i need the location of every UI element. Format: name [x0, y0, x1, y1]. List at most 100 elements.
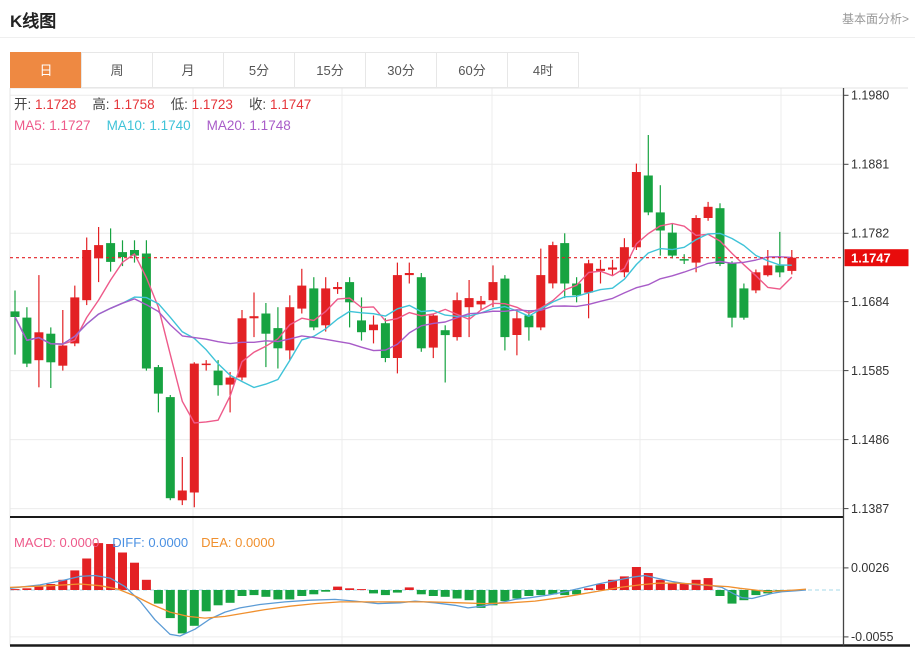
- candle-body: [417, 277, 426, 348]
- macd-histogram-bar: [214, 590, 223, 605]
- candle-body: [787, 258, 796, 271]
- candle-body: [512, 318, 521, 335]
- legend-item: MACD: 0.0000: [14, 535, 99, 550]
- macd-histogram-bar: [357, 589, 366, 590]
- legend-item: DEA: 0.0000: [201, 535, 275, 550]
- legend-item: 高: 1.1758: [92, 94, 154, 115]
- tab-周[interactable]: 周: [81, 52, 153, 88]
- candle-body: [309, 288, 318, 327]
- macd-histogram-bar: [70, 570, 79, 590]
- candle-body: [441, 330, 450, 335]
- legend-item: 收: 1.1747: [249, 94, 311, 115]
- legend-item: MA20: 1.1748: [207, 115, 291, 136]
- timeframe-tab-bar: 日周月5分15分30分60分4时: [10, 52, 579, 88]
- macd-histogram-bar: [728, 590, 737, 604]
- candle-body: [226, 378, 235, 385]
- candle-body: [11, 311, 20, 317]
- tab-30分[interactable]: 30分: [365, 52, 437, 88]
- candle-body: [261, 314, 270, 334]
- candle-body: [728, 263, 737, 317]
- macd-histogram-bar: [22, 588, 31, 590]
- macd-histogram-bar: [417, 590, 426, 594]
- candle-body: [154, 367, 163, 394]
- macd-histogram-bar: [704, 578, 713, 590]
- candle-body: [250, 316, 259, 318]
- candle-body: [536, 275, 545, 327]
- candle-body: [763, 265, 772, 275]
- macd-histogram-bar: [524, 590, 533, 596]
- macd-histogram-bar: [226, 590, 235, 603]
- candle-body: [357, 320, 366, 332]
- macd-histogram-bar: [596, 584, 605, 590]
- macd-histogram-bar: [632, 567, 641, 590]
- candle-body: [524, 316, 533, 328]
- candle-body: [58, 346, 67, 366]
- macd-histogram-bar: [309, 590, 318, 594]
- macd-histogram-bar: [381, 590, 390, 595]
- tab-4时[interactable]: 4时: [507, 52, 579, 88]
- price-axis-label: 1.1486: [851, 433, 889, 447]
- candle-body: [716, 208, 725, 264]
- macd-histogram-bar: [202, 590, 211, 611]
- macd-histogram-bar: [94, 543, 103, 590]
- macd-histogram-bar: [345, 588, 354, 590]
- candle-body: [118, 252, 127, 257]
- candle-body: [405, 273, 414, 275]
- macd-histogram-bar: [142, 580, 151, 590]
- legend-item: MA10: 1.1740: [107, 115, 191, 136]
- tab-60分[interactable]: 60分: [436, 52, 508, 88]
- legend-item: 开: 1.1728: [14, 94, 76, 115]
- candle-body: [190, 364, 199, 493]
- candle-body: [429, 316, 438, 348]
- tab-月[interactable]: 月: [152, 52, 224, 88]
- macd-histogram-bar: [584, 588, 593, 590]
- macd-histogram-bar: [333, 587, 342, 590]
- candle-body: [644, 176, 653, 213]
- macd-histogram-bar: [441, 590, 450, 597]
- candle-body: [680, 259, 689, 261]
- current-price-badge-label: 1.1747: [851, 250, 891, 265]
- macd-histogram-bar: [273, 590, 282, 599]
- macd-histogram-bar: [190, 590, 199, 626]
- ma20-line: [15, 257, 792, 351]
- ma-legend-row: MA5: 1.1727MA10: 1.1740MA20: 1.1748: [14, 115, 311, 136]
- macd-histogram-bar: [500, 590, 509, 601]
- candle-body: [584, 263, 593, 292]
- macd-histogram-bar: [405, 587, 414, 590]
- candle-body: [608, 268, 617, 270]
- price-axis-label: 1.1980: [851, 89, 889, 103]
- candle-body: [46, 334, 55, 363]
- macd-histogram-bar: [536, 590, 545, 595]
- macd-histogram-bar: [429, 590, 438, 596]
- candle-body: [560, 243, 569, 283]
- macd-histogram-bar: [106, 544, 115, 590]
- page-title: K线图: [10, 7, 56, 32]
- macd-histogram-bar: [656, 580, 665, 590]
- macd-axis-label: 0.0026: [851, 561, 889, 575]
- candle-body: [106, 243, 115, 262]
- candle-body: [775, 265, 784, 272]
- macd-histogram-bar: [166, 590, 175, 618]
- macd-histogram-bar: [261, 590, 270, 597]
- candle-body: [739, 288, 748, 317]
- tab-5分[interactable]: 5分: [223, 52, 295, 88]
- candle-body: [321, 288, 330, 325]
- candle-body: [369, 325, 378, 331]
- macd-histogram-bar: [285, 590, 294, 599]
- candle-body: [34, 332, 43, 360]
- legend-item: DIFF: 0.0000: [112, 535, 188, 550]
- macd-histogram-bar: [716, 590, 725, 596]
- fundamental-analysis-link[interactable]: 基本面分析>: [842, 10, 909, 27]
- legend-item: 低: 1.1723: [171, 94, 233, 115]
- candle-body: [548, 245, 557, 283]
- price-axis-label: 1.1387: [851, 502, 889, 516]
- candle-body: [166, 397, 175, 498]
- tab-日[interactable]: 日: [10, 52, 82, 88]
- macd-histogram-bar: [34, 587, 43, 590]
- candle-body: [94, 245, 103, 258]
- kline-legend: 开: 1.1728高: 1.1758低: 1.1723收: 1.1747 MA5…: [14, 94, 311, 136]
- tab-15分[interactable]: 15分: [294, 52, 366, 88]
- price-axis-label: 1.1585: [851, 364, 889, 378]
- macd-histogram-bar: [297, 590, 306, 596]
- macd-histogram-bar: [118, 553, 127, 591]
